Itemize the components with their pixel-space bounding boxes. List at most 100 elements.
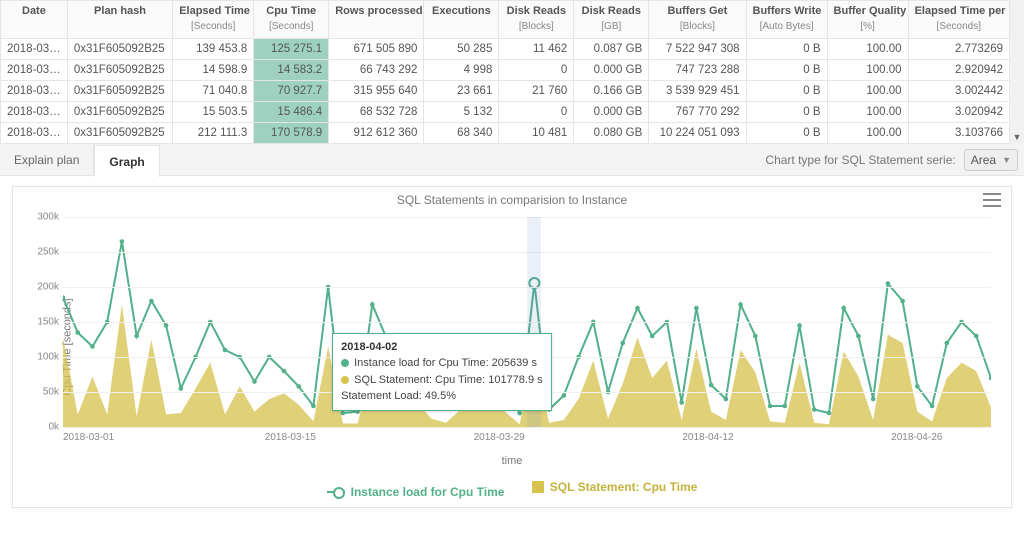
cell: 100.00 [827, 39, 908, 60]
cell: 5 132 [424, 102, 499, 123]
col-header[interactable]: Cpu Time[Seconds] [254, 1, 329, 39]
x-tick: 2018-03-29 [474, 432, 525, 443]
cell: 14 598.9 [173, 60, 254, 81]
x-axis-label: time [13, 455, 1011, 467]
cell: 0 B [746, 81, 827, 102]
cell: 100.00 [827, 102, 908, 123]
cell: 15 486.4 [254, 102, 329, 123]
y-tick: 0k [19, 422, 59, 433]
tab-bar: Explain plan Graph Chart type for SQL St… [0, 144, 1024, 176]
table-row[interactable]: 2018-03-050x31F605092B25212 111.3170 578… [1, 123, 1010, 144]
col-header[interactable]: Buffers Get[Blocks] [649, 1, 746, 39]
chart-tooltip: 2018-04-02Instance load for Cpu Time: 20… [332, 333, 552, 411]
cell: 0 B [746, 102, 827, 123]
cell: 70 927.7 [254, 81, 329, 102]
cell: 0 B [746, 60, 827, 81]
cell: 0x31F605092B25 [67, 39, 172, 60]
x-tick: 2018-03-01 [63, 432, 114, 443]
col-header[interactable]: Plan hash [67, 1, 172, 39]
cell: 912 612 360 [329, 123, 424, 144]
cell: 0.080 GB [574, 123, 649, 144]
y-tick: 250k [19, 246, 59, 257]
tab-explain-plan[interactable]: Explain plan [0, 144, 94, 176]
cell: 671 505 890 [329, 39, 424, 60]
cell: 10 481 [499, 123, 574, 144]
cell: 3.103766 [908, 123, 1009, 144]
grid-table: DatePlan hashElapsed Time[Seconds]Cpu Ti… [0, 0, 1010, 144]
grid-scrollbar[interactable]: ▼ [1010, 0, 1024, 144]
cell: 100.00 [827, 81, 908, 102]
table-row[interactable]: 2018-03-040x31F605092B2515 503.515 486.4… [1, 102, 1010, 123]
legend-instance[interactable]: Instance load for Cpu Time [327, 485, 505, 499]
scroll-down-icon[interactable]: ▼ [1012, 132, 1022, 142]
cell: 2.773269 [908, 39, 1009, 60]
cell: 11 462 [499, 39, 574, 60]
table-row[interactable]: 2018-03-010x31F605092B25139 453.8125 275… [1, 39, 1010, 60]
cell: 4 998 [424, 60, 499, 81]
cell: 139 453.8 [173, 39, 254, 60]
col-header[interactable]: Elapsed Time[Seconds] [173, 1, 254, 39]
cell: 68 532 728 [329, 102, 424, 123]
chart-type-value: Area [971, 153, 996, 167]
y-tick: 300k [19, 212, 59, 223]
cell: 0.000 GB [574, 60, 649, 81]
col-header[interactable]: Buffer Quality[%] [827, 1, 908, 39]
cell: 170 578.9 [254, 123, 329, 144]
cell: 23 661 [424, 81, 499, 102]
tab-graph[interactable]: Graph [94, 145, 159, 177]
x-tick: 2018-04-12 [682, 432, 733, 443]
cell: 3.002442 [908, 81, 1009, 102]
table-row[interactable]: 2018-03-030x31F605092B2571 040.870 927.7… [1, 81, 1010, 102]
y-tick: 100k [19, 351, 59, 362]
chart-menu-icon[interactable] [983, 193, 1001, 207]
chart-title: SQL Statements in comparision to Instanc… [13, 187, 1011, 207]
cell: 315 955 640 [329, 81, 424, 102]
col-header[interactable]: Disk Reads[GB] [574, 1, 649, 39]
cell: 100.00 [827, 123, 908, 144]
cell: 125 275.1 [254, 39, 329, 60]
cell: 0x31F605092B25 [67, 102, 172, 123]
cell: 68 340 [424, 123, 499, 144]
cell: 7 522 947 308 [649, 39, 746, 60]
y-tick: 50k [19, 387, 59, 398]
cell: 0 [499, 60, 574, 81]
col-header[interactable]: Rows processed [329, 1, 424, 39]
cell: 747 723 288 [649, 60, 746, 81]
col-header[interactable]: Buffers Write[Auto Bytes] [746, 1, 827, 39]
cell: 2018-03-04 [1, 102, 68, 123]
cell: 2018-03-02 [1, 60, 68, 81]
col-header[interactable]: Elapsed Time per 1 Exec[Seconds] [908, 1, 1009, 39]
legend-line-icon [327, 491, 345, 493]
data-grid: DatePlan hashElapsed Time[Seconds]Cpu Ti… [0, 0, 1024, 144]
cell: 10 224 051 093 [649, 123, 746, 144]
cell: 0x31F605092B25 [67, 81, 172, 102]
cell: 2.920942 [908, 60, 1009, 81]
cell: 0x31F605092B25 [67, 123, 172, 144]
x-tick: 2018-04-26 [891, 432, 942, 443]
cell: 0x31F605092B25 [67, 60, 172, 81]
cell: 212 111.3 [173, 123, 254, 144]
x-tick: 2018-03-15 [265, 432, 316, 443]
legend-sqlstmt[interactable]: SQL Statement: Cpu Time [532, 480, 698, 494]
y-tick: 150k [19, 317, 59, 328]
cell: 0 B [746, 123, 827, 144]
legend-square-icon [532, 481, 544, 493]
y-tick: 200k [19, 281, 59, 292]
cell: 0 [499, 102, 574, 123]
chart-panel: SQL Statements in comparision to Instanc… [12, 186, 1012, 508]
col-header[interactable]: Disk Reads[Blocks] [499, 1, 574, 39]
cell: 0 B [746, 39, 827, 60]
chart-legend: Instance load for Cpu Time SQL Statement… [13, 480, 1011, 499]
cell: 767 770 292 [649, 102, 746, 123]
col-header[interactable]: Date [1, 1, 68, 39]
cell: 71 040.8 [173, 81, 254, 102]
chevron-down-icon: ▼ [1002, 155, 1011, 165]
chart-plot-area[interactable]: 0k50k100k150k200k250k300k2018-03-012018-… [63, 217, 991, 427]
cell: 2018-03-01 [1, 39, 68, 60]
cell: 14 583.2 [254, 60, 329, 81]
cell: 2018-03-03 [1, 81, 68, 102]
chart-type-select[interactable]: Area ▼ [964, 149, 1018, 171]
cell: 3 539 929 451 [649, 81, 746, 102]
col-header[interactable]: Executions [424, 1, 499, 39]
table-row[interactable]: 2018-03-020x31F605092B2514 598.914 583.2… [1, 60, 1010, 81]
